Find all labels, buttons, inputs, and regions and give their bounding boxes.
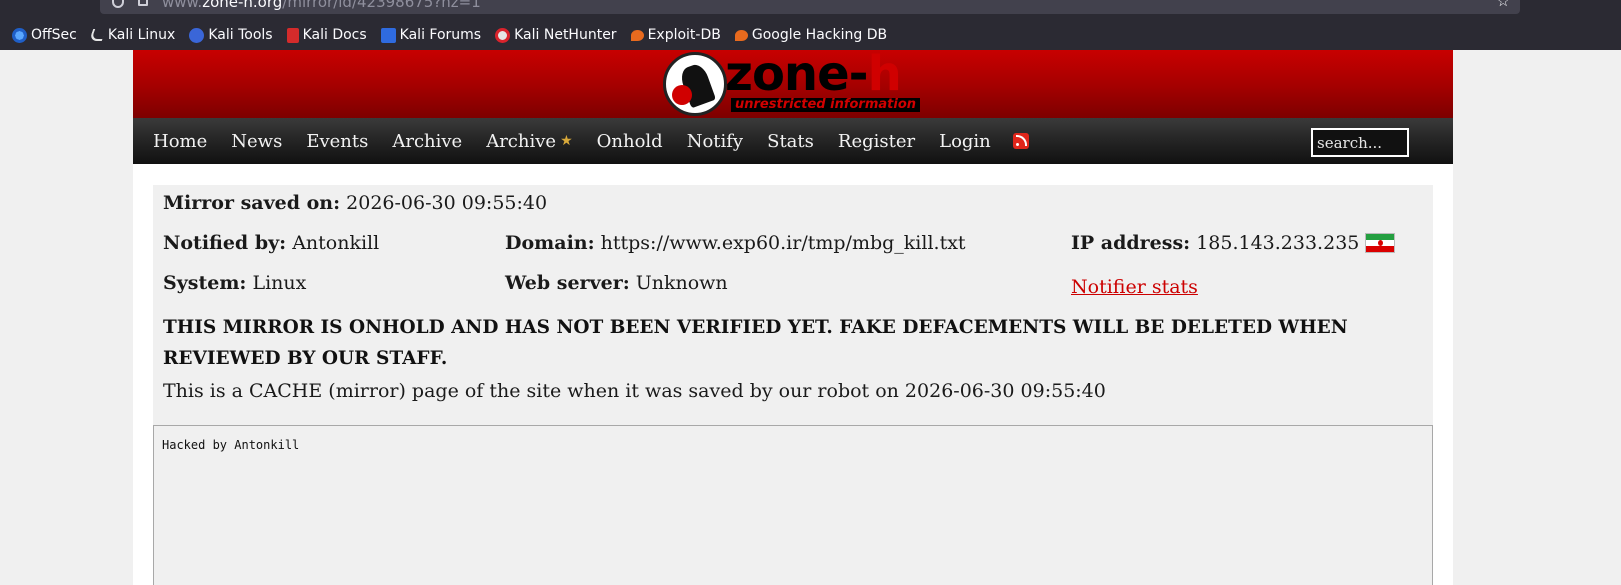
nav-archive[interactable]: Archive xyxy=(392,131,462,152)
exploit-db-icon xyxy=(630,29,644,41)
bookmarks-bar: OffSec Kali Linux Kali Tools Kali Docs K… xyxy=(0,22,889,48)
system-label: System: xyxy=(163,272,247,294)
ip-value: 185.143.233.235 xyxy=(1196,232,1360,254)
domain-field: Domain: https://www.exp60.ir/tmp/mbg_kill… xyxy=(505,232,966,254)
star-icon: ★ xyxy=(560,133,573,149)
url-text[interactable]: www.zone-h.org/mirror/id/42398675?hz=1 xyxy=(162,0,481,11)
bookmark-kali-tools[interactable]: Kali Tools xyxy=(189,27,273,43)
nav-archive-special-label: Archive xyxy=(486,130,557,152)
shield-icon[interactable] xyxy=(112,0,124,8)
mirror-content-text: Hacked by Antonkill xyxy=(162,438,300,452)
search-input[interactable] xyxy=(1311,128,1409,157)
bookmark-kali-nethunter[interactable]: Kali NetHunter xyxy=(495,27,617,43)
nav-news[interactable]: News xyxy=(231,131,282,152)
system-field: System: Linux xyxy=(163,272,306,294)
bookmark-kali-docs[interactable]: Kali Docs xyxy=(286,27,367,43)
bookmark-label: Exploit-DB xyxy=(647,27,721,43)
cache-note: This is a CACHE (mirror) page of the sit… xyxy=(163,380,1106,402)
notifier-stats-link[interactable]: Notifier stats xyxy=(1071,276,1198,298)
zone-h-logo[interactable]: zone-h unrestricted information xyxy=(663,46,923,116)
mirror-content-frame[interactable]: Hacked by Antonkill xyxy=(153,425,1433,585)
bookmark-star-icon[interactable]: ☆ xyxy=(1497,0,1510,9)
webserver-label: Web server: xyxy=(505,272,630,294)
page-container: zone-h unrestricted information Home New… xyxy=(133,46,1453,585)
offsec-icon xyxy=(12,27,27,43)
mirror-info-panel: Mirror saved on: 2026-06-30 09:55:40 Not… xyxy=(153,185,1433,585)
ip-label: IP address: xyxy=(1071,232,1191,254)
page-info-icon[interactable] xyxy=(138,0,148,6)
nav-home[interactable]: Home xyxy=(153,131,207,152)
logo-wordmark: zone-h xyxy=(725,46,902,102)
notified-by-field: Notified by: Antonkill xyxy=(163,232,379,254)
web-server-field: Web server: Unknown xyxy=(505,272,728,294)
url-host: zone-h.org xyxy=(202,0,283,11)
bookmark-offsec[interactable]: OffSec xyxy=(12,27,77,43)
ghdb-icon xyxy=(734,29,748,41)
bookmark-label: OffSec xyxy=(31,27,77,43)
mirror-saved-row: Mirror saved on: 2026-06-30 09:55:40 xyxy=(163,192,547,214)
url-prefix: www. xyxy=(162,0,203,11)
nav-onhold[interactable]: Onhold xyxy=(597,131,663,152)
browser-toolbar: www.zone-h.org/mirror/id/42398675?hz=1 ☆… xyxy=(0,0,1621,50)
nav-notify[interactable]: Notify xyxy=(687,131,743,152)
webserver-value: Unknown xyxy=(635,272,728,294)
saved-value: 2026-06-30 09:55:40 xyxy=(346,192,548,214)
bookmark-label: Google Hacking DB xyxy=(751,27,888,43)
nethunter-icon xyxy=(495,27,511,43)
logo-emblem-icon xyxy=(663,52,727,116)
logo-word-h: h xyxy=(867,46,902,102)
header-banner: zone-h unrestricted information xyxy=(133,46,1453,118)
notified-label: Notified by: xyxy=(163,232,287,254)
bookmark-label: Kali Tools xyxy=(208,27,273,43)
logo-word-main: zone- xyxy=(725,46,869,102)
saved-label: Mirror saved on: xyxy=(163,192,341,214)
main-nav: Home News Events Archive Archive ★ Onhold… xyxy=(133,118,1453,164)
ip-address-field: IP address: 185.143.233.235 xyxy=(1071,232,1396,254)
bookmark-ghdb[interactable]: Google Hacking DB xyxy=(734,27,888,43)
onhold-warning: THIS MIRROR IS ONHOLD AND HAS NOT BEEN V… xyxy=(163,317,1348,369)
kali-tools-icon xyxy=(189,27,205,43)
bookmark-kali-linux[interactable]: Kali Linux xyxy=(88,27,176,43)
system-value: Linux xyxy=(252,272,307,294)
url-bar[interactable]: www.zone-h.org/mirror/id/42398675?hz=1 ☆ xyxy=(100,0,1520,14)
kali-docs-icon xyxy=(286,27,299,43)
rss-icon xyxy=(1012,133,1029,149)
bookmark-label: Kali Forums xyxy=(399,27,482,43)
nav-archive-special[interactable]: Archive ★ xyxy=(486,131,572,152)
url-path: /mirror/id/42398675?hz=1 xyxy=(282,0,481,11)
rss-link[interactable] xyxy=(1012,133,1029,149)
iran-flag-icon xyxy=(1365,233,1396,253)
notified-value: Antonkill xyxy=(292,232,380,254)
bookmark-exploit-db[interactable]: Exploit-DB xyxy=(630,27,721,43)
kali-forums-icon xyxy=(380,27,396,43)
nav-login[interactable]: Login xyxy=(939,131,991,152)
bookmark-label: Kali Docs xyxy=(302,27,367,43)
nav-register[interactable]: Register xyxy=(838,131,915,152)
bookmark-kali-forums[interactable]: Kali Forums xyxy=(380,27,482,43)
nav-events[interactable]: Events xyxy=(306,131,368,152)
bookmark-label: Kali Linux xyxy=(107,27,176,43)
nav-stats[interactable]: Stats xyxy=(767,131,814,152)
bookmark-label: Kali NetHunter xyxy=(514,27,617,43)
kali-dragon-icon xyxy=(88,29,107,41)
domain-label: Domain: xyxy=(505,232,595,254)
logo-tagline: unrestricted information xyxy=(731,98,921,112)
domain-value: https://www.exp60.ir/tmp/mbg_kill.txt xyxy=(600,232,966,254)
